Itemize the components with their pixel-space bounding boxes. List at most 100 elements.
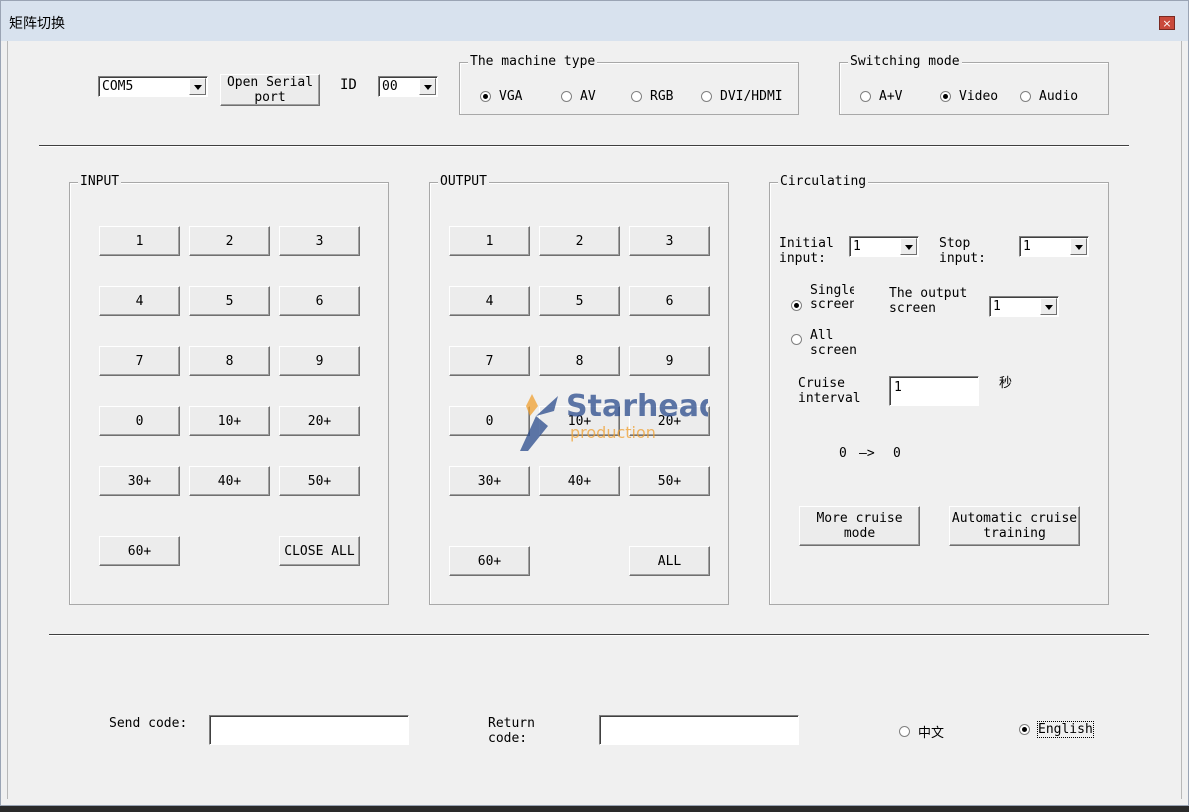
stop-input-select[interactable]: 1: [1019, 236, 1089, 257]
chevron-down-icon[interactable]: [189, 78, 206, 95]
radio-dvi-hdmi[interactable]: DVI/HDMI: [701, 89, 783, 104]
com-port-select[interactable]: COM5: [98, 76, 208, 97]
radio-dot[interactable]: [791, 300, 802, 311]
radio-dot[interactable]: [561, 91, 572, 102]
send-code-input[interactable]: [209, 715, 409, 745]
input-button-2[interactable]: 2: [189, 226, 270, 256]
output-button-3[interactable]: 3: [629, 226, 710, 256]
radio-label: Audio: [1039, 89, 1079, 104]
chevron-down-icon[interactable]: [419, 78, 436, 95]
input-button-30plus[interactable]: 30+: [99, 466, 180, 496]
radio-dot[interactable]: [631, 91, 642, 102]
radio-single-screen[interactable]: Single screen: [791, 284, 854, 318]
initial-input-value: 1: [853, 239, 861, 254]
radio-label: AV: [580, 89, 596, 104]
radio-all-screen[interactable]: All screen: [791, 328, 860, 358]
radio-audio[interactable]: Audio: [1020, 89, 1078, 104]
radio-label: RGB: [650, 89, 674, 104]
radio-dot[interactable]: [940, 91, 951, 102]
radio-label: Video: [959, 89, 999, 104]
radio-dot[interactable]: [1019, 724, 1030, 735]
radio-lang-english[interactable]: English: [1019, 721, 1094, 738]
input-button-6[interactable]: 6: [279, 286, 360, 316]
output-button-6[interactable]: 6: [629, 286, 710, 316]
watermark-star-icon: [526, 394, 538, 416]
input-group: INPUT 1 2 3 4 5 6 7 8 9 0 10+ 20+ 30+ 40…: [69, 174, 389, 605]
window-title: 矩阵切换: [9, 16, 65, 32]
radio-av[interactable]: AV: [561, 89, 596, 104]
output-button-1[interactable]: 1: [449, 226, 530, 256]
radio-vga[interactable]: VGA: [480, 89, 522, 104]
input-button-9[interactable]: 9: [279, 346, 360, 376]
output-button-40plus[interactable]: 40+: [539, 466, 620, 496]
switching-mode-group: Switching mode A+V Video Audio: [839, 54, 1109, 115]
output-screen-select[interactable]: 1: [989, 296, 1059, 317]
main-panel: COM5 Open Serial port ID 00 The machine …: [7, 41, 1182, 799]
chevron-down-icon[interactable]: [1070, 238, 1087, 255]
output-button-50plus[interactable]: 50+: [629, 466, 710, 496]
watermark-sub: production: [570, 423, 656, 442]
watermark-figure-icon: [520, 416, 548, 451]
input-button-3[interactable]: 3: [279, 226, 360, 256]
machine-type-title: The machine type: [468, 54, 598, 69]
output-button-7[interactable]: 7: [449, 346, 530, 376]
radio-rgb[interactable]: RGB: [631, 89, 673, 104]
radio-label: DVI/HDMI: [720, 89, 783, 104]
chevron-down-icon[interactable]: [900, 238, 917, 255]
input-button-0[interactable]: 0: [99, 406, 180, 436]
output-button-9[interactable]: 9: [629, 346, 710, 376]
progress-arrow: —>: [859, 446, 875, 461]
input-button-40plus[interactable]: 40+: [189, 466, 270, 496]
output-button-2[interactable]: 2: [539, 226, 620, 256]
cruise-interval-input[interactable]: 1: [889, 376, 979, 406]
input-close-all-button[interactable]: CLOSE ALL: [279, 536, 360, 566]
radio-a-v[interactable]: A+V: [860, 89, 902, 104]
input-button-50plus[interactable]: 50+: [279, 466, 360, 496]
output-all-button[interactable]: ALL: [629, 546, 710, 576]
output-button-8[interactable]: 8: [539, 346, 620, 376]
input-button-5[interactable]: 5: [189, 286, 270, 316]
cruise-unit-label: 秒: [999, 376, 1013, 391]
app-window: 矩阵切换 × COM5 Open Serial port ID 00 The m…: [0, 0, 1189, 806]
radio-label: 中文: [918, 726, 945, 741]
radio-dot[interactable]: [860, 91, 871, 102]
initial-input-select[interactable]: 1: [849, 236, 919, 257]
stop-input-label: Stop input:: [939, 236, 986, 266]
radio-dot[interactable]: [899, 726, 910, 737]
output-button-60plus[interactable]: 60+: [449, 546, 530, 576]
close-button[interactable]: ×: [1159, 16, 1175, 30]
circulating-title: Circulating: [778, 174, 869, 189]
radio-dot[interactable]: [701, 91, 712, 102]
radio-dot[interactable]: [480, 91, 491, 102]
output-button-5[interactable]: 5: [539, 286, 620, 316]
title-bar: 矩阵切换 ×: [1, 1, 1188, 41]
radio-dot[interactable]: [1020, 91, 1031, 102]
output-button-30plus[interactable]: 30+: [449, 466, 530, 496]
return-code-input[interactable]: [599, 715, 799, 745]
input-button-20plus[interactable]: 20+: [279, 406, 360, 436]
progress-from: 0: [839, 446, 847, 461]
input-button-7[interactable]: 7: [99, 346, 180, 376]
id-value: 00: [382, 79, 398, 94]
more-cruise-mode-button[interactable]: More cruise mode: [799, 506, 920, 546]
send-code-label: Send code:: [109, 716, 188, 731]
input-button-4[interactable]: 4: [99, 286, 180, 316]
automatic-cruise-training-button[interactable]: Automatic cruise training: [949, 506, 1080, 546]
radio-video[interactable]: Video: [940, 89, 998, 104]
watermark-arm-icon: [536, 396, 558, 416]
divider-top: [39, 145, 1129, 147]
radio-lang-chinese[interactable]: 中文: [899, 722, 944, 741]
radio-label: VGA: [499, 89, 523, 104]
divider-bottom: [49, 634, 1149, 636]
input-button-8[interactable]: 8: [189, 346, 270, 376]
open-serial-port-button[interactable]: Open Serial port: [220, 74, 320, 106]
radio-dot[interactable]: [791, 334, 802, 345]
id-select[interactable]: 00: [378, 76, 438, 97]
input-button-10plus[interactable]: 10+: [189, 406, 270, 436]
input-button-60plus[interactable]: 60+: [99, 536, 180, 566]
input-button-1[interactable]: 1: [99, 226, 180, 256]
input-title: INPUT: [78, 174, 122, 189]
chevron-down-icon[interactable]: [1040, 298, 1057, 315]
output-button-4[interactable]: 4: [449, 286, 530, 316]
output-screen-value: 1: [993, 299, 1001, 314]
